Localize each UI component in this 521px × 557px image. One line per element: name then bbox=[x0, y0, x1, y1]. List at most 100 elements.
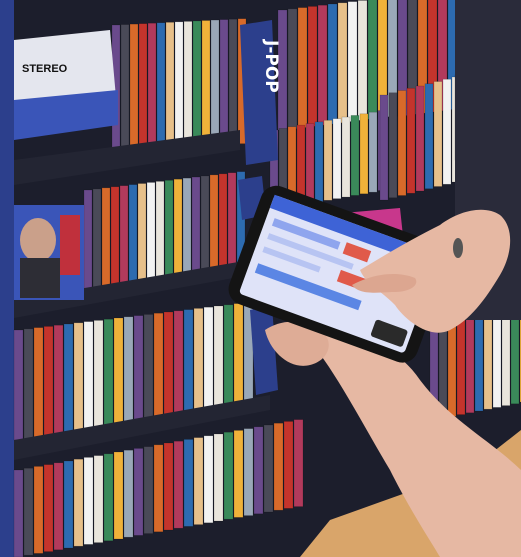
cd-spine bbox=[297, 7, 308, 128]
shelf-divider-label: J-POP bbox=[261, 39, 281, 93]
cd-spine bbox=[173, 310, 184, 422]
album-poster bbox=[14, 205, 84, 300]
cd-spine bbox=[406, 87, 416, 194]
cd-spine bbox=[129, 23, 139, 150]
cd-spine bbox=[283, 421, 294, 509]
cd-spine bbox=[43, 326, 54, 437]
cd-spine bbox=[213, 433, 224, 522]
cd-spine bbox=[367, 0, 378, 120]
cd-spine bbox=[63, 460, 74, 549]
cd-spine bbox=[368, 111, 378, 193]
cd-spine bbox=[103, 318, 114, 430]
cd-spine bbox=[191, 176, 201, 283]
cd-spine bbox=[287, 8, 298, 130]
cd-spine bbox=[223, 304, 234, 416]
cd-spine bbox=[415, 85, 425, 192]
cd-spine bbox=[307, 6, 318, 127]
cd-spine bbox=[123, 449, 134, 538]
cd-spine bbox=[53, 324, 64, 436]
cd-spine bbox=[213, 305, 224, 417]
cd-spine bbox=[323, 119, 333, 201]
cd-spine bbox=[123, 316, 134, 428]
shelf-frame-left bbox=[0, 0, 14, 557]
cd-spine bbox=[263, 424, 274, 513]
cd-spine bbox=[138, 23, 148, 149]
cd-spine bbox=[314, 121, 324, 203]
cd-spine bbox=[379, 94, 389, 201]
cd-spine bbox=[203, 306, 214, 418]
cd-spine bbox=[137, 183, 147, 289]
cd-spine bbox=[397, 90, 407, 196]
cd-spine bbox=[173, 178, 183, 285]
cd-spine bbox=[293, 419, 304, 507]
cd-spine bbox=[233, 303, 244, 414]
cd-spine bbox=[200, 175, 210, 282]
cd-spine bbox=[110, 186, 120, 293]
cd-spine bbox=[92, 188, 102, 295]
cd-spine bbox=[163, 442, 174, 531]
cd-spine bbox=[63, 323, 74, 435]
cd-spine bbox=[173, 440, 184, 529]
cd-spine bbox=[73, 458, 84, 547]
cd-spine bbox=[182, 177, 192, 284]
cd-spine bbox=[119, 185, 129, 291]
cd-spine bbox=[147, 22, 157, 149]
cd-spine bbox=[83, 457, 94, 545]
cd-spine bbox=[210, 19, 220, 146]
cd-spine bbox=[113, 451, 124, 540]
cd-spine bbox=[133, 448, 144, 536]
cd-spine bbox=[174, 21, 184, 148]
cd-spine bbox=[305, 123, 315, 204]
cd-spine bbox=[164, 179, 174, 286]
cd-spine bbox=[153, 312, 164, 424]
cd-spine bbox=[143, 446, 154, 534]
cd-spine bbox=[128, 184, 138, 290]
cd-spine bbox=[73, 322, 84, 434]
cd-spine bbox=[165, 21, 175, 148]
cd-spine bbox=[13, 329, 24, 441]
cd-spine bbox=[350, 115, 360, 196]
cd-spine bbox=[433, 81, 443, 187]
cd-spine bbox=[93, 455, 104, 543]
cd-spine bbox=[101, 187, 111, 294]
cd-spine bbox=[424, 83, 434, 190]
cd-spine bbox=[347, 1, 358, 122]
cd-spine bbox=[327, 3, 338, 125]
cd-spine bbox=[155, 181, 165, 287]
cd-spine bbox=[23, 328, 34, 440]
ring bbox=[453, 238, 463, 258]
cd-spine bbox=[120, 24, 130, 150]
cd-spine bbox=[218, 173, 228, 280]
cd-spine bbox=[359, 113, 369, 195]
cd-spine bbox=[273, 422, 284, 511]
cd-spine bbox=[13, 469, 24, 557]
cd-spine bbox=[233, 430, 244, 518]
cd-spine bbox=[156, 22, 166, 149]
cd-spine bbox=[146, 182, 156, 288]
cd-spine bbox=[143, 314, 154, 425]
cd-spine bbox=[53, 462, 64, 551]
cd-spine bbox=[183, 309, 194, 420]
cd-spine bbox=[192, 20, 202, 147]
cd-spine bbox=[153, 444, 164, 533]
cd-spine bbox=[133, 315, 144, 426]
cd-spine bbox=[227, 172, 237, 279]
cd-spine bbox=[103, 453, 114, 542]
cd-spine bbox=[341, 116, 351, 198]
photo-scene: STEREO J-POP bbox=[0, 0, 521, 557]
cd-spine bbox=[209, 174, 219, 281]
cd-spine bbox=[183, 439, 194, 527]
cd-spine bbox=[388, 92, 398, 199]
cd-spine bbox=[332, 118, 342, 199]
cd-spine bbox=[33, 466, 44, 554]
cd-spine bbox=[23, 467, 34, 556]
cd-spine bbox=[203, 435, 214, 524]
cd-spine bbox=[43, 464, 54, 552]
cd-spine bbox=[113, 317, 124, 429]
cd-spine bbox=[33, 327, 44, 438]
cd-spine bbox=[83, 321, 94, 432]
cd-spine bbox=[357, 0, 368, 121]
stereo-box: STEREO bbox=[14, 30, 118, 140]
cd-spine bbox=[183, 21, 193, 147]
cd-spine bbox=[337, 2, 348, 124]
